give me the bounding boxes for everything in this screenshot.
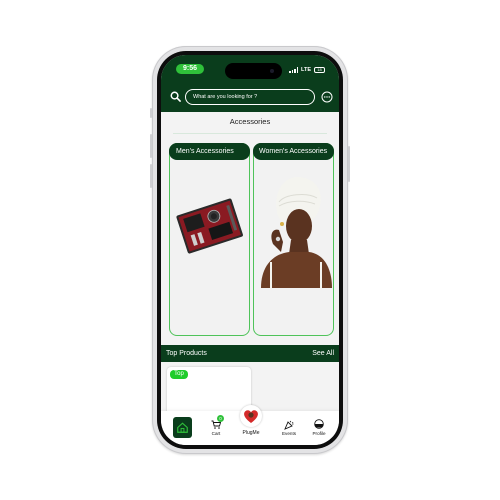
battery-level: 18 <box>317 67 322 72</box>
divider <box>173 133 327 134</box>
network-type: LTE <box>301 67 311 73</box>
category-card-womens[interactable]: Women's Accessories <box>253 143 334 336</box>
category-label: Men's Accessories <box>169 143 250 160</box>
nav-home[interactable] <box>173 417 192 438</box>
app-header: 9:56 LTE 18 <box>161 55 339 112</box>
volume-up-button <box>150 134 152 158</box>
see-all-link[interactable]: See All <box>312 345 334 362</box>
category-card-mens[interactable]: Men's Accessories <box>169 143 250 336</box>
bottom-nav: 0 Cart PlugMe Events Profile <box>161 405 339 445</box>
phone-frame: 9:56 LTE 18 What are you looking for ? A… <box>150 46 350 454</box>
volume-down-button <box>150 164 152 188</box>
nav-events[interactable]: Events <box>274 411 304 445</box>
status-indicators: LTE 18 <box>289 66 325 74</box>
home-icon <box>177 422 188 433</box>
battery-icon: 18 <box>314 67 325 73</box>
nav-events-label: Events <box>281 431 297 436</box>
app-screen: 9:56 LTE 18 What are you looking for ? A… <box>161 55 339 445</box>
search-input[interactable] <box>185 89 315 105</box>
phone-bezel: 9:56 LTE 18 What are you looking for ? A… <box>157 51 343 449</box>
category-label: Women's Accessories <box>253 143 334 160</box>
top-products-title: Top Products <box>166 350 207 357</box>
womens-accessories-image <box>261 176 332 288</box>
plugme-heart-icon <box>244 410 258 423</box>
chat-icon[interactable] <box>321 91 333 103</box>
nav-profile-label: Profile <box>312 431 326 436</box>
party-popper-icon <box>284 420 294 430</box>
dynamic-island <box>225 63 282 79</box>
camera-icon <box>270 69 274 73</box>
signal-icon <box>289 67 299 73</box>
nav-plugme-label: PlugMe <box>242 430 260 436</box>
page-title: Accessories <box>229 117 271 126</box>
profile-icon <box>314 419 324 429</box>
mens-accessories-image <box>176 198 243 254</box>
nav-cart[interactable]: 0 Cart <box>201 411 231 445</box>
action-button <box>150 108 152 118</box>
search-icon[interactable] <box>170 91 181 102</box>
cart-badge: 0 <box>217 415 224 422</box>
nav-plugme[interactable] <box>240 405 262 427</box>
top-products-header: Top Products See All <box>161 345 339 362</box>
nav-cart-label: Cart <box>211 431 221 436</box>
nav-profile[interactable]: Profile <box>304 411 334 445</box>
power-button <box>348 146 350 182</box>
top-badge: Top <box>170 370 188 379</box>
status-time: 9:56 <box>176 64 204 74</box>
